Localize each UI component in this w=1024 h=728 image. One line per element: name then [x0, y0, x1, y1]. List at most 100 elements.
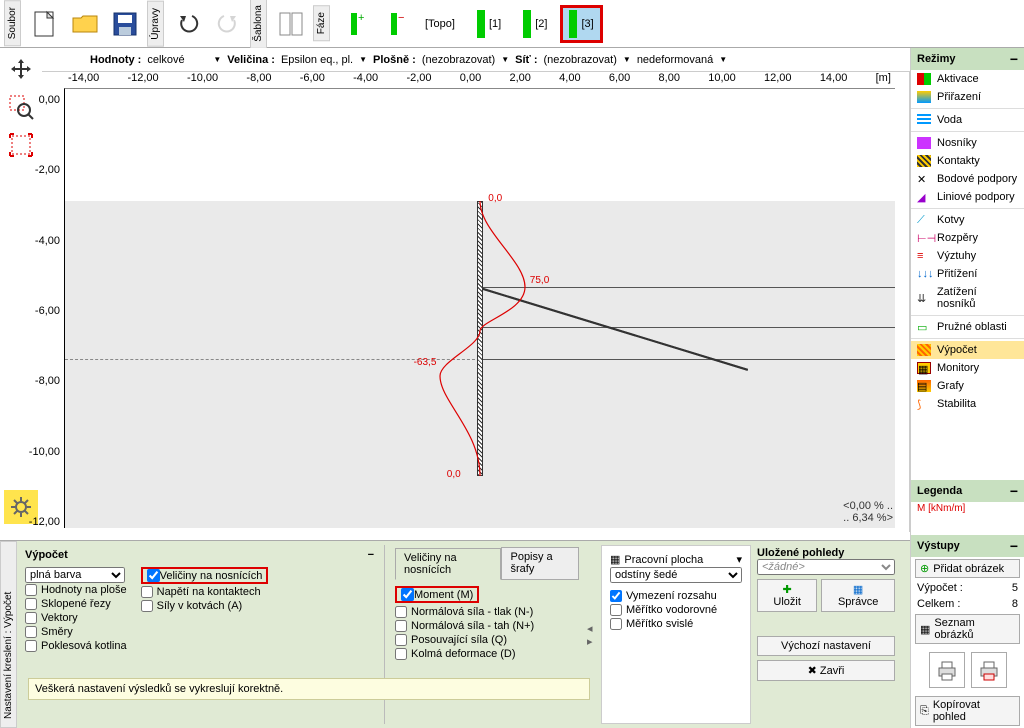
- chk-range[interactable]: Vymezení rozsahu: [610, 589, 742, 603]
- mode-stabilita[interactable]: ⟆Stabilita: [911, 395, 1024, 413]
- chk-poklesova[interactable]: Poklesová kotlina: [25, 639, 127, 653]
- chk-sklopene-rezy[interactable]: Sklopené řezy: [25, 597, 127, 611]
- quantity-dropdown[interactable]: Epsilon eq., pl.: [281, 54, 353, 66]
- mode-prirazeni[interactable]: Přiřazení: [911, 88, 1024, 106]
- chk-vscale[interactable]: Měřítko svislé: [610, 617, 742, 631]
- outputs-header: Výstupy−: [911, 535, 1024, 557]
- open-file-icon[interactable]: [67, 6, 103, 42]
- ruler-vertical: 0,00-2,00-4,00-6,00-8,00-10,00-12,00: [42, 90, 62, 532]
- chk-n-plus[interactable]: Normálová síla - tah (N+): [395, 619, 579, 633]
- copy-view-button[interactable]: ⎘Kopírovat pohled: [915, 696, 1020, 726]
- mesh-dropdown[interactable]: (nezobrazovat): [544, 54, 617, 66]
- saved-views-dropdown[interactable]: <žádné>: [757, 559, 895, 575]
- tab-popisy[interactable]: Popisy a šrafy: [501, 547, 579, 579]
- chk-sily-kotvach[interactable]: Síly v kotvách (A): [141, 599, 269, 613]
- color-mode-dropdown[interactable]: plná barva: [25, 567, 125, 583]
- left-tool-strip: [0, 48, 42, 162]
- mode-kotvy[interactable]: ⟋Kotvy: [911, 211, 1024, 229]
- phase-3[interactable]: [3]: [560, 5, 602, 43]
- redo-icon: [210, 6, 246, 42]
- output-total-count: Celkem :8: [911, 596, 1024, 612]
- output-calc-count: Výpočet :5: [911, 580, 1024, 596]
- menu-file[interactable]: Soubor: [4, 0, 21, 46]
- chk-vektory[interactable]: Vektory: [25, 611, 127, 625]
- area-label: Plošně :: [373, 54, 416, 66]
- legend-line: M [kNm/m]: [911, 502, 1024, 515]
- image-list-button[interactable]: ▦Seznam obrázků: [915, 614, 1020, 644]
- drawing-canvas[interactable]: -14,00-12,00-10,00-8,00-6,00-4,00-2,000,…: [42, 72, 910, 532]
- save-view-button[interactable]: ✚ Uložit: [757, 579, 817, 612]
- chk-d[interactable]: Kolmá deformace (D): [395, 647, 579, 661]
- chk-hodnoty-plose[interactable]: Hodnoty na ploše: [25, 583, 127, 597]
- bottom-side-tab[interactable]: Nastavení kreslení : Výpočet: [0, 541, 17, 728]
- chk-veliciny-nosniky-highlight[interactable]: Veličiny na nosnících: [141, 567, 269, 584]
- manager-button[interactable]: ▦ Správce: [821, 579, 895, 612]
- chk-n-minus[interactable]: Normálová síla - tlak (N-): [395, 605, 579, 619]
- minimize-icon[interactable]: −: [368, 549, 374, 561]
- filter-bar: Hodnoty : celkové▼ Veličina : Epsilon eq…: [42, 48, 910, 72]
- tab-veliciny[interactable]: Veličiny na nosnících: [395, 548, 501, 580]
- mode-vypocet[interactable]: Výpočet: [911, 341, 1024, 359]
- print-pdf-icon[interactable]: [971, 652, 1007, 688]
- workspace-dropdown[interactable]: ▦Pracovní plocha▾: [610, 552, 742, 567]
- percent-range: <0,00 % .... 6,34 %>: [843, 500, 893, 524]
- menu-template[interactable]: Šablona: [250, 0, 267, 49]
- ruler-horizontal: -14,00-12,00-10,00-8,00-6,00-4,00-2,000,…: [64, 72, 895, 88]
- moment-label-top: 0,0: [488, 193, 502, 204]
- shade-dropdown[interactable]: odstíny šedé: [610, 567, 742, 583]
- mode-aktivace[interactable]: Aktivace: [911, 70, 1024, 88]
- remove-phase-icon[interactable]: −: [376, 6, 412, 42]
- bottom-panel: Nastavení kreslení : Výpočet Výpočet − pl…: [0, 540, 910, 728]
- area-dropdown[interactable]: (nezobrazovat): [422, 54, 495, 66]
- chk-moment-highlight[interactable]: Moment (M): [395, 586, 479, 603]
- collapse-left-icon[interactable]: ◂: [587, 622, 601, 635]
- mode-vyztuhy[interactable]: ≡Výztuhy: [911, 247, 1024, 265]
- mode-pritizeni[interactable]: ↓↓↓Přitížení: [911, 265, 1024, 283]
- default-settings-button[interactable]: Výchozí nastavení: [757, 636, 895, 656]
- saved-views-header: Uložené pohledy: [757, 547, 895, 559]
- mode-kontakty[interactable]: Kontakty: [911, 152, 1024, 170]
- new-file-icon[interactable]: [27, 6, 63, 42]
- plot-area: 0,0 75,0 -63,5 0,0: [64, 88, 895, 528]
- add-phase-icon[interactable]: +: [336, 6, 372, 42]
- save-file-icon[interactable]: [107, 6, 143, 42]
- close-button[interactable]: ✖ Zavři: [757, 660, 895, 681]
- mode-grafy[interactable]: ▤Grafy: [911, 377, 1024, 395]
- mode-nosniky[interactable]: Nosníky: [911, 134, 1024, 152]
- mode-monitory[interactable]: ▦Monitory: [911, 359, 1024, 377]
- values-dropdown[interactable]: celkové: [147, 54, 207, 66]
- phase-2[interactable]: [2]: [514, 5, 556, 43]
- zoom-select-icon[interactable]: [4, 90, 38, 124]
- collapse-right-icon[interactable]: ▸: [587, 635, 601, 648]
- add-image-button[interactable]: ⊕Přidat obrázek: [915, 559, 1020, 578]
- mode-zatizeni-nosniku[interactable]: ⇊Zatížení nosníků: [911, 283, 1024, 313]
- mode-liniove-podpory[interactable]: ◢Liniové podpory: [911, 188, 1024, 206]
- moment-label-low: -63,5: [414, 357, 437, 368]
- mode-voda[interactable]: Voda: [911, 111, 1024, 129]
- menu-phase[interactable]: Fáze: [313, 5, 330, 41]
- fit-view-icon[interactable]: [4, 128, 38, 162]
- minimize-icon[interactable]: −: [1010, 51, 1018, 67]
- move-icon[interactable]: [4, 52, 38, 86]
- mode-pruzne-oblasti[interactable]: ▭Pružné oblasti: [911, 318, 1024, 336]
- chk-smery[interactable]: Směry: [25, 625, 127, 639]
- mesh-label: Síť :: [515, 54, 537, 66]
- deform-dropdown[interactable]: nedeformovaná: [637, 54, 713, 66]
- chk-napeti-kontaktech[interactable]: Napětí na kontaktech: [141, 585, 269, 599]
- phase-1[interactable]: [1]: [468, 5, 510, 43]
- moment-label-mid: 75,0: [530, 275, 549, 286]
- svg-text:+: +: [358, 12, 364, 24]
- phase-topo[interactable]: [Topo]: [416, 13, 464, 35]
- template-icon[interactable]: [273, 6, 309, 42]
- mode-bodove-podpory[interactable]: ✕Bodové podpory: [911, 170, 1024, 188]
- menu-edit[interactable]: Úpravy: [147, 1, 164, 47]
- mode-rozpery[interactable]: ⊢⊣Rozpěry: [911, 229, 1024, 247]
- undo-icon[interactable]: [170, 6, 206, 42]
- chk-hscale[interactable]: Měřítko vodorovné: [610, 603, 742, 617]
- print-icon[interactable]: [929, 652, 965, 688]
- values-label: Hodnoty :: [90, 54, 141, 66]
- svg-text:−: −: [398, 12, 404, 24]
- bottom-title: Výpočet: [25, 549, 68, 561]
- top-toolbar: Soubor Úpravy Šablona Fáze + − [Topo] [1…: [0, 0, 1024, 48]
- chk-q[interactable]: Posouvající síla (Q): [395, 633, 579, 647]
